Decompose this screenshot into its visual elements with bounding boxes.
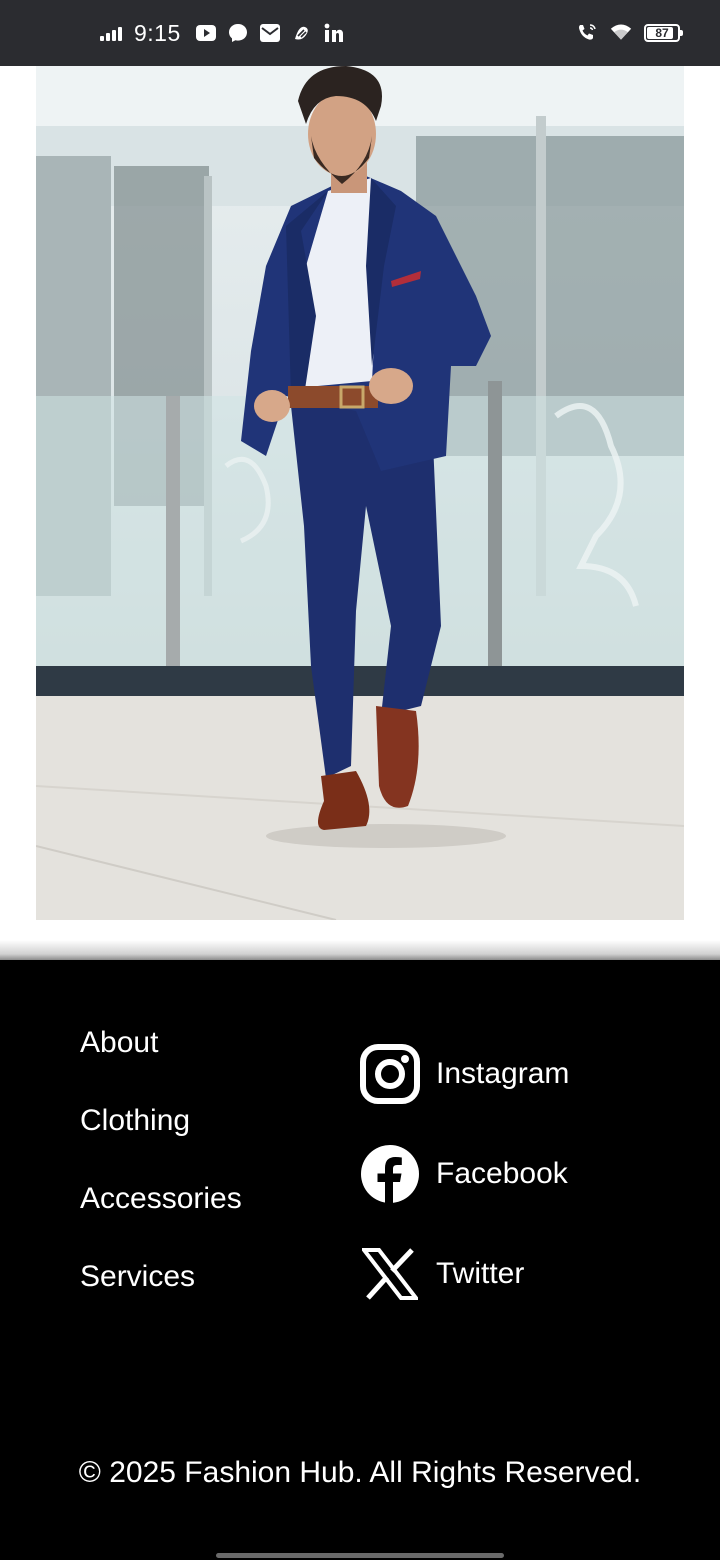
home-indicator[interactable] [216,1553,504,1558]
wifi-icon [610,22,632,44]
footer-links: About Clothing Accessories Services [80,1022,242,1334]
social-facebook[interactable]: Facebook [360,1124,569,1224]
hero-section [0,66,720,960]
wifi-call-icon [576,22,598,44]
battery-icon: 87 [644,24,683,42]
signal-icon [100,25,122,41]
footer-link-about[interactable]: About [80,1022,242,1100]
copyright-text: © 2025 Fashion Hub. All Rights Reserved. [78,1456,642,1489]
footer: About Clothing Accessories Services Inst… [0,960,720,1560]
social-label-twitter: Twitter [436,1257,525,1290]
mail-icon [259,22,281,44]
man-in-navy-suit-photo [36,66,684,920]
hero-image [36,66,684,920]
social-twitter[interactable]: Twitter [360,1224,569,1324]
social-label-facebook: Facebook [436,1157,568,1190]
social-instagram[interactable]: Instagram [360,1024,569,1124]
footer-link-services[interactable]: Services [80,1256,242,1334]
social-links: Instagram Facebook Twitter [360,1024,569,1324]
footer-link-clothing[interactable]: Clothing [80,1100,242,1178]
youtube-icon [195,22,217,44]
linkedin-icon [323,22,345,44]
footer-link-accessories[interactable]: Accessories [80,1178,242,1256]
social-label-instagram: Instagram [436,1057,570,1090]
status-time: 9:15 [134,19,181,46]
hero-divider-shadow [0,940,720,960]
app-icon [291,22,313,44]
facebook-icon [360,1144,420,1204]
x-icon [360,1244,420,1304]
instagram-icon [360,1044,420,1104]
messenger-icon [227,22,249,44]
battery-level: 87 [655,26,669,40]
status-bar: 9:15 87 [0,0,720,66]
